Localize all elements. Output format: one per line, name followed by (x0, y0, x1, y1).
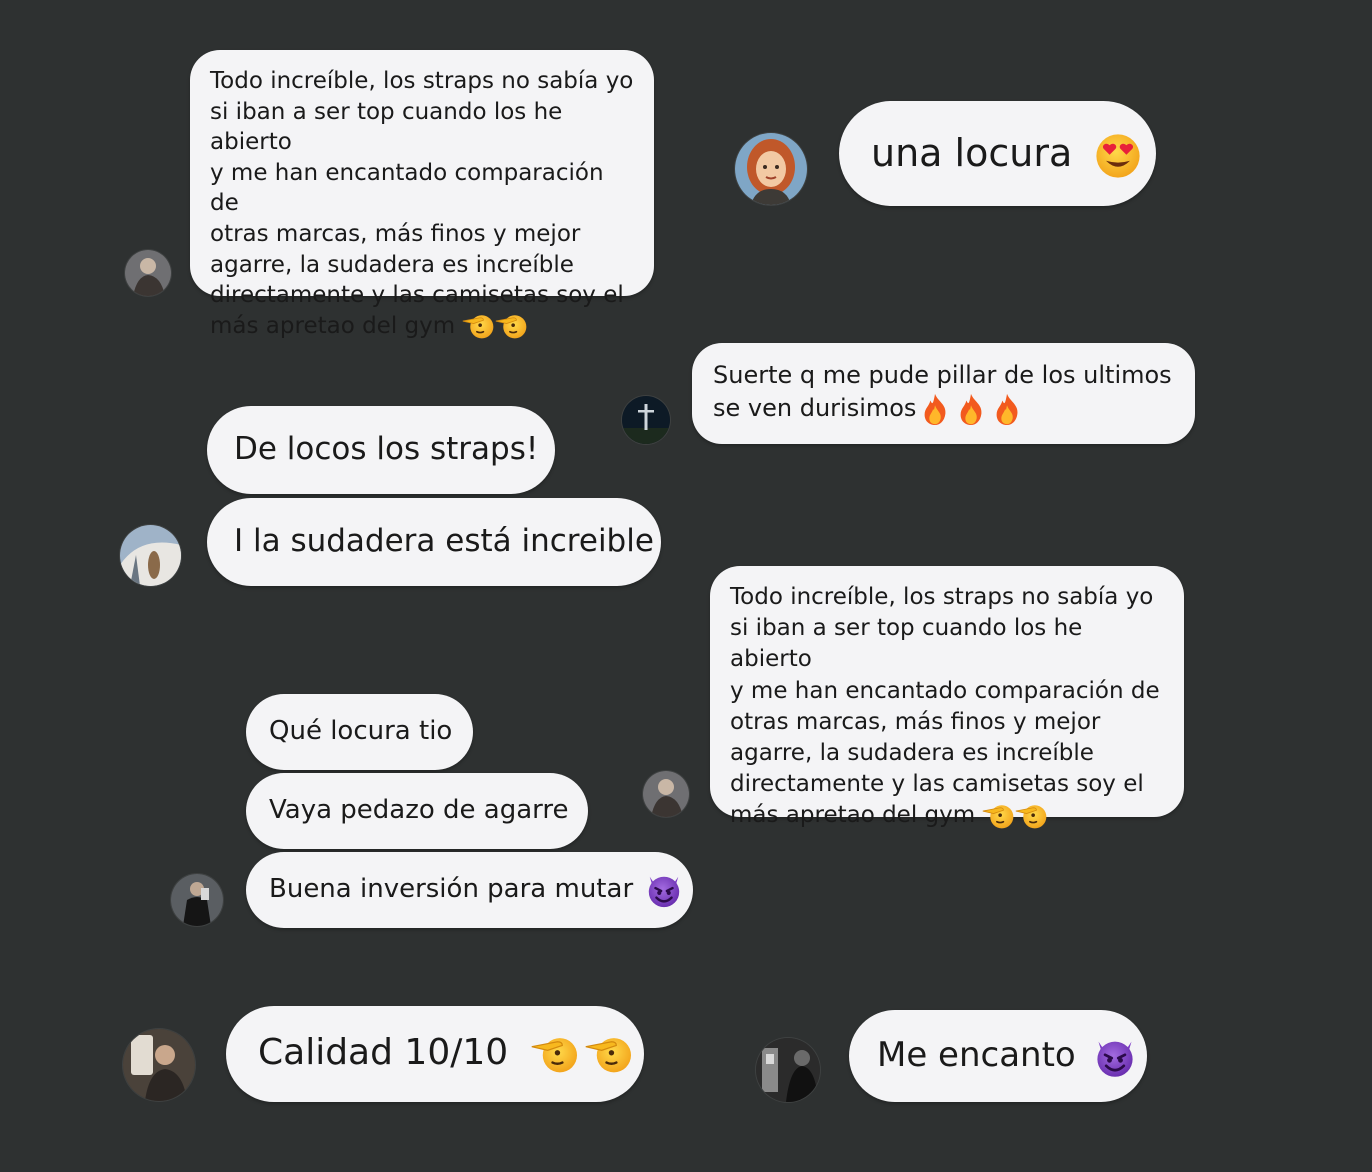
message-line: y me han encantado comparación de (730, 677, 1160, 704)
message-text: Qué locura tio (269, 716, 453, 746)
message-line: otras marcas, más finos y mejor (210, 220, 581, 247)
message-text: De locos los straps! (234, 431, 539, 467)
avatar[interactable] (171, 874, 223, 926)
message-bubble[interactable]: Calidad 10/10 (226, 1006, 644, 1102)
message-bubble[interactable]: I la sudadera está increible (207, 498, 661, 586)
message-bubble[interactable]: Vaya pedazo de agarre (246, 773, 588, 849)
fire-icon (920, 392, 950, 426)
message-line: si iban a ser top cuando los he abierto (730, 615, 1083, 673)
message-text: Vaya pedazo de agarre (269, 795, 569, 825)
saluting-face-icon (584, 1032, 634, 1076)
message-line: más apretao del gym (210, 312, 456, 339)
fire-icon (956, 392, 986, 426)
message-text: Me encanto (877, 1035, 1076, 1075)
message-bubble[interactable]: Todo increíble, los straps no sabía yo s… (710, 566, 1184, 817)
saluting-face-icon (495, 311, 528, 341)
message-bubble[interactable]: Me encanto (849, 1010, 1147, 1102)
saluting-face-icon (462, 311, 495, 341)
message-bubble[interactable]: Todo increíble, los straps no sabía yo s… (190, 50, 654, 296)
message-line: otras marcas, más finos y mejor (730, 708, 1101, 735)
smiling-devil-icon (645, 871, 683, 909)
message-line: agarre, la sudadera es increíble (730, 740, 1094, 767)
message-bubble[interactable]: Qué locura tio (246, 694, 473, 770)
heart-eyes-icon (1094, 132, 1142, 180)
message-line: agarre, la sudadera es increíble (210, 251, 574, 278)
message-line: Todo increíble, los straps no sabía yo (210, 68, 634, 94)
message-line: se ven durisimos (713, 394, 917, 422)
message-line: más apretao del gym (730, 802, 976, 829)
message-bubble[interactable]: Suerte q me pude pillar de los ultimos s… (692, 343, 1195, 444)
message-text: Buena inversión para mutar (269, 874, 634, 904)
message-line: Todo increíble, los straps no sabía yo (730, 584, 1154, 610)
message-bubble[interactable]: una locura (839, 101, 1156, 206)
avatar[interactable] (643, 771, 689, 817)
message-text: una locura (871, 131, 1073, 175)
message-text: Calidad 10/10 (258, 1032, 509, 1073)
avatar[interactable] (756, 1038, 820, 1102)
avatar[interactable] (735, 133, 807, 205)
message-line: y me han encantado comparación de (210, 159, 604, 217)
message-line: Suerte q me pude pillar de los ultimos (713, 361, 1172, 389)
saluting-face-icon (530, 1032, 580, 1076)
message-bubble[interactable]: De locos los straps! (207, 406, 555, 494)
avatar[interactable] (123, 1029, 195, 1101)
message-line: directamente y las camisetas soy el (730, 771, 1144, 798)
saluting-face-icon (1015, 801, 1048, 831)
smiling-devil-icon (1093, 1035, 1137, 1079)
avatar[interactable] (120, 525, 181, 586)
message-line: directamente y las camisetas soy el (210, 282, 624, 309)
message-text: I la sudadera está increible (234, 523, 654, 559)
message-bubble[interactable]: Buena inversión para mutar (246, 852, 693, 928)
avatar[interactable] (622, 396, 670, 444)
message-line: si iban a ser top cuando los he abierto (210, 98, 563, 156)
saluting-face-icon (982, 801, 1015, 831)
avatar[interactable] (125, 250, 171, 296)
fire-icon (992, 392, 1022, 426)
